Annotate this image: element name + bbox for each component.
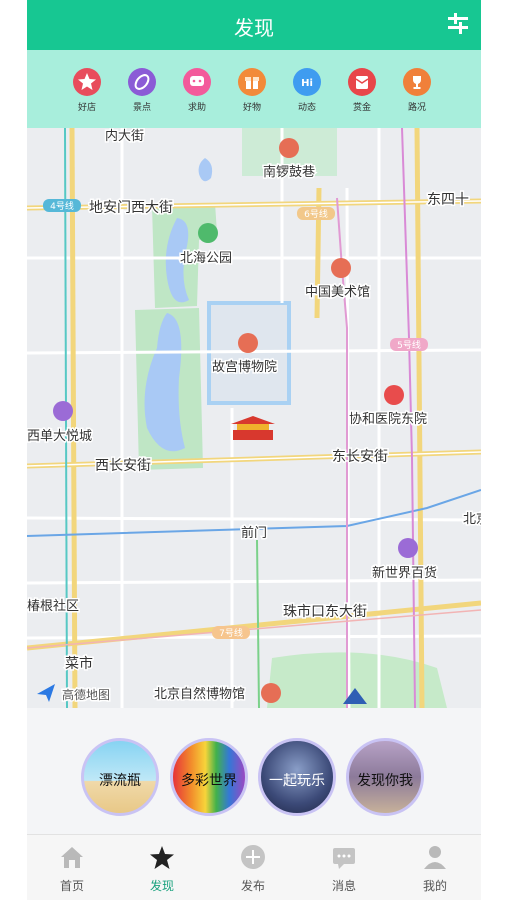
bottom-tab-bar: 首页 发现 发布 消息 我的 — [27, 834, 481, 900]
bubble-label: 多彩世界 — [181, 773, 237, 789]
category-label: 赏金 — [352, 103, 371, 113]
plus-circle-icon — [241, 845, 265, 869]
map-label: 北海公园 — [180, 251, 232, 266]
category-qiuzhu[interactable]: 求助 — [175, 68, 219, 113]
map-label: 中国美术馆 — [305, 285, 370, 300]
map-label: 西长安街 — [95, 458, 151, 474]
map-label: 故宫博物院 — [212, 360, 277, 375]
header: 发现 — [27, 0, 481, 50]
category-label: 景点 — [132, 103, 151, 113]
bubble-label: 发现你我 — [357, 773, 413, 789]
map-label: 东长安街 — [332, 449, 388, 465]
map-label: 珠市口东大街 — [283, 603, 367, 620]
map-label: 新世界百货 — [372, 565, 437, 581]
bubble-faxiannwo[interactable]: 发现你我 — [346, 738, 424, 816]
star-icon — [73, 68, 101, 96]
app-frame: 发现 好店 景点 求助 好物 Hi 动态 赏金 路况 4号线 6号线 5号线 7… — [27, 0, 481, 900]
home-icon — [61, 847, 83, 868]
chat-icon — [183, 68, 211, 96]
map-poi-pin[interactable] — [261, 683, 281, 703]
map-metro-line5: 5号线 — [397, 339, 421, 351]
tab-discover[interactable]: 发现 — [117, 835, 207, 900]
map-label: 前门 — [241, 525, 267, 541]
map-label: 地安门西大街 — [89, 200, 173, 216]
map-label: 南锣鼓巷 — [263, 164, 315, 180]
category-label: 路况 — [407, 103, 426, 113]
map-poi-pin[interactable] — [279, 138, 299, 158]
tab-label: 消息 — [331, 879, 356, 893]
hi-icon: Hi — [293, 68, 321, 96]
svg-text:高德地图: 高德地图 — [62, 687, 110, 702]
envelope-icon — [348, 68, 376, 96]
map-metro-line7: 7号线 — [219, 627, 243, 639]
category-haowu[interactable]: 好物 — [230, 68, 274, 113]
category-bar: 好店 景点 求助 好物 Hi 动态 赏金 路况 — [27, 50, 481, 128]
trophy-icon — [403, 68, 431, 96]
map-label: 椿根社区 — [27, 598, 79, 614]
map-poi-pin[interactable] — [398, 538, 418, 558]
map-label: 东四十 — [427, 192, 469, 208]
category-label: 好物 — [242, 103, 261, 113]
bubble-label: 一起玩乐 — [269, 773, 325, 789]
category-dongtai[interactable]: Hi 动态 — [285, 68, 329, 113]
bubble-duocaishijie[interactable]: 多彩世界 — [170, 738, 248, 816]
bubble-yiqiwanle[interactable]: 一起玩乐 — [258, 738, 336, 816]
svg-text:Hi: Hi — [301, 78, 313, 89]
tab-label: 发现 — [149, 879, 174, 893]
tab-home[interactable]: 首页 — [27, 835, 117, 900]
tab-label: 首页 — [59, 879, 84, 893]
tab-profile[interactable]: 我的 — [390, 835, 480, 900]
map-poi-pin[interactable] — [53, 401, 73, 421]
filter-icon[interactable] — [445, 11, 471, 37]
bubble-label: 漂流瓶 — [99, 773, 141, 789]
map-metro-line6: 6号线 — [304, 208, 328, 220]
map-label: 西单大悦城 — [27, 429, 92, 444]
map-metro-line4: 4号线 — [50, 200, 74, 212]
page-title: 发现 — [234, 16, 274, 40]
category-jingdian[interactable]: 景点 — [120, 68, 164, 113]
map-view[interactable]: 4号线 6号线 5号线 7号线 南锣鼓巷 地安门西大街 东四十 北海公园 中国美… — [27, 128, 481, 708]
tab-publish[interactable]: 发布 — [208, 835, 298, 900]
category-shangjin[interactable]: 赏金 — [340, 68, 384, 113]
map-poi-pin[interactable] — [238, 333, 258, 353]
gift-icon — [238, 68, 266, 96]
bubble-piaoliuping[interactable]: 漂流瓶 — [81, 738, 159, 816]
tab-label: 我的 — [422, 879, 447, 893]
tiananmen-icon — [231, 416, 275, 440]
map-poi-pin[interactable] — [331, 258, 351, 278]
user-icon — [424, 846, 446, 869]
map-label: 内大街 — [105, 128, 144, 144]
category-lukuang[interactable]: 路况 — [395, 68, 439, 113]
tab-messages[interactable]: 消息 — [299, 835, 389, 900]
map-label: 协和医院东院 — [349, 412, 427, 427]
leaf-icon — [128, 68, 156, 96]
map-label: 菜市 — [65, 655, 93, 672]
category-label: 动态 — [297, 103, 316, 113]
map-poi-pin[interactable] — [384, 385, 404, 405]
map-label: 北京 — [463, 512, 481, 527]
star-icon — [150, 846, 174, 869]
message-icon — [333, 848, 355, 869]
category-haodian[interactable]: 好店 — [65, 68, 109, 113]
category-label: 求助 — [187, 103, 206, 113]
category-label: 好店 — [77, 103, 96, 113]
map-label: 北京自然博物馆 — [154, 686, 245, 702]
tab-label: 发布 — [240, 879, 265, 893]
map-poi-pin[interactable] — [198, 223, 218, 243]
feature-bubbles: 漂流瓶 多彩世界 一起玩乐 发现你我 — [27, 708, 481, 834]
